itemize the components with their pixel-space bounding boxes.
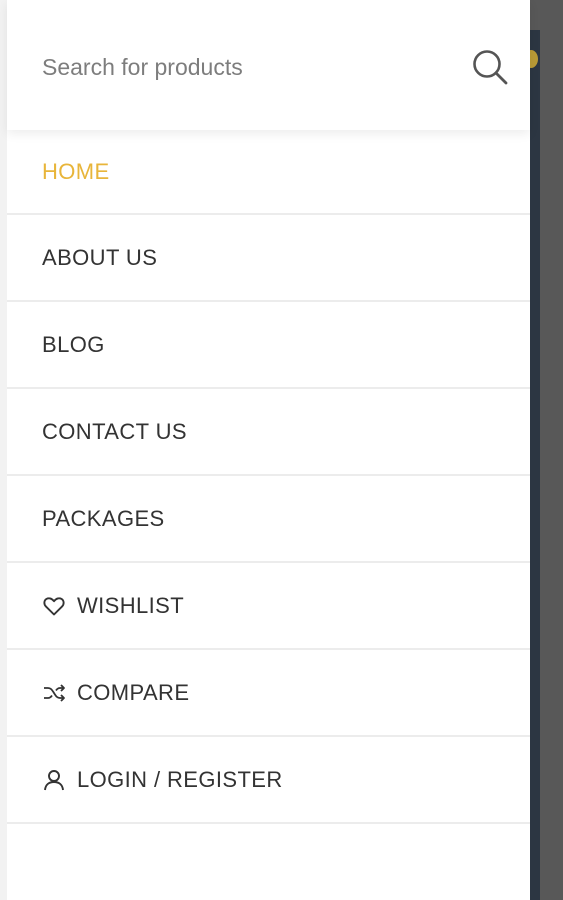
nav-item-label: WISHLIST [77, 592, 185, 618]
nav-item-label: HOME [42, 158, 110, 184]
nav-item-wishlist[interactable]: WISHLIST [7, 563, 530, 650]
nav-menu: HOME ABOUT US BLOG CONTACT US PACKAGES W… [7, 130, 530, 824]
nav-item-compare[interactable]: COMPARE [7, 650, 530, 737]
mobile-nav-drawer: HOME ABOUT US BLOG CONTACT US PACKAGES W… [0, 0, 530, 900]
nav-item-label: CONTACT US [42, 418, 187, 444]
nav-item-home[interactable]: HOME [7, 130, 530, 215]
nav-item-label: LOGIN / REGISTER [77, 766, 283, 792]
search-bar [7, 0, 530, 130]
user-icon [42, 768, 66, 792]
search-icon[interactable] [469, 46, 511, 88]
nav-item-label: PACKAGES [42, 505, 165, 531]
nav-item-blog[interactable]: BLOG [7, 302, 530, 389]
heart-icon [42, 594, 66, 618]
background-page-strip [530, 30, 540, 900]
nav-item-label: COMPARE [77, 679, 190, 705]
search-input[interactable] [42, 42, 442, 92]
nav-item-label: BLOG [42, 331, 105, 357]
nav-item-contact-us[interactable]: CONTACT US [7, 389, 530, 476]
shuffle-icon [42, 681, 66, 705]
nav-item-login-register[interactable]: LOGIN / REGISTER [7, 737, 530, 824]
nav-item-about-us[interactable]: ABOUT US [7, 215, 530, 302]
nav-item-packages[interactable]: PACKAGES [7, 476, 530, 563]
nav-item-label: ABOUT US [42, 244, 158, 270]
